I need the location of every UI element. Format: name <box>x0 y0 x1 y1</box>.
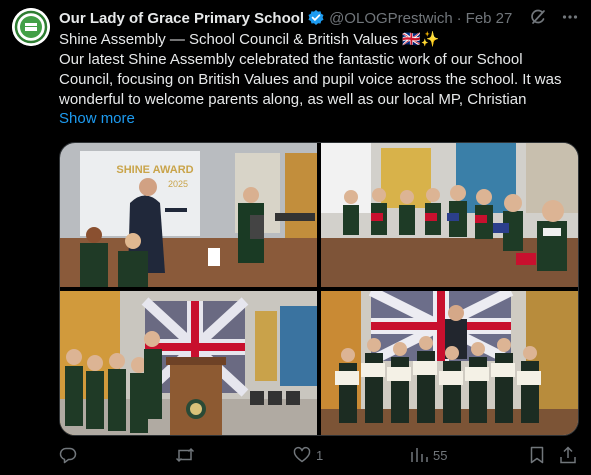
banner-year: 2025 <box>168 179 188 189</box>
banner-title: SHINE AWARD <box>116 164 193 176</box>
views-count: 55 <box>433 447 448 463</box>
bookmark-button[interactable] <box>529 446 545 464</box>
repost-button[interactable] <box>175 446 200 464</box>
reply-button[interactable] <box>59 446 82 464</box>
post-header: Our Lady of Grace Primary School @OLOGPr… <box>59 8 579 28</box>
photo-1[interactable]: SHINE AWARD 2025 <box>60 143 317 287</box>
school-logo-icon <box>12 8 50 46</box>
post-text-line: Shine Assembly — School Council & Britis… <box>59 31 440 48</box>
account-name[interactable]: Our Lady of Grace Primary School <box>59 10 304 27</box>
bookmark-icon <box>530 446 544 464</box>
post-text-line: Our latest Shine Assembly celebrated the… <box>59 51 523 68</box>
verified-badge-icon[interactable] <box>307 9 325 27</box>
show-more-link[interactable]: Show more <box>59 110 135 127</box>
views-icon <box>411 448 428 462</box>
repost-icon <box>175 447 195 463</box>
post-text-line: wonderful to welcome parents along, as w… <box>59 91 527 108</box>
post-text: Shine Assembly — School Council & Britis… <box>59 30 579 110</box>
media-grid: SHINE AWARD 2025 <box>59 142 579 436</box>
photo-3[interactable] <box>60 291 317 435</box>
grok-icon[interactable] <box>529 8 547 26</box>
post-date[interactable]: Feb 27 <box>466 10 513 27</box>
share-button[interactable] <box>559 446 577 464</box>
more-icon[interactable] <box>561 8 579 26</box>
separator-dot: · <box>456 9 462 27</box>
photo-2[interactable] <box>321 143 578 287</box>
account-handle[interactable]: @OLOGPrestwich <box>329 10 453 27</box>
header-actions <box>529 8 579 26</box>
photo-4[interactable] <box>321 291 578 435</box>
share-icon <box>560 446 576 464</box>
like-button[interactable]: 1 <box>293 446 323 464</box>
views-button[interactable]: 55 <box>410 446 447 464</box>
like-count: 1 <box>316 447 324 463</box>
like-icon <box>293 446 311 463</box>
post: Our Lady of Grace Primary School @OLOGPr… <box>0 0 591 475</box>
action-bar: 1 55 <box>59 446 579 468</box>
reply-icon <box>59 447 77 464</box>
post-text-line: Council, focusing on British Values and … <box>59 71 562 88</box>
avatar[interactable] <box>12 8 50 46</box>
